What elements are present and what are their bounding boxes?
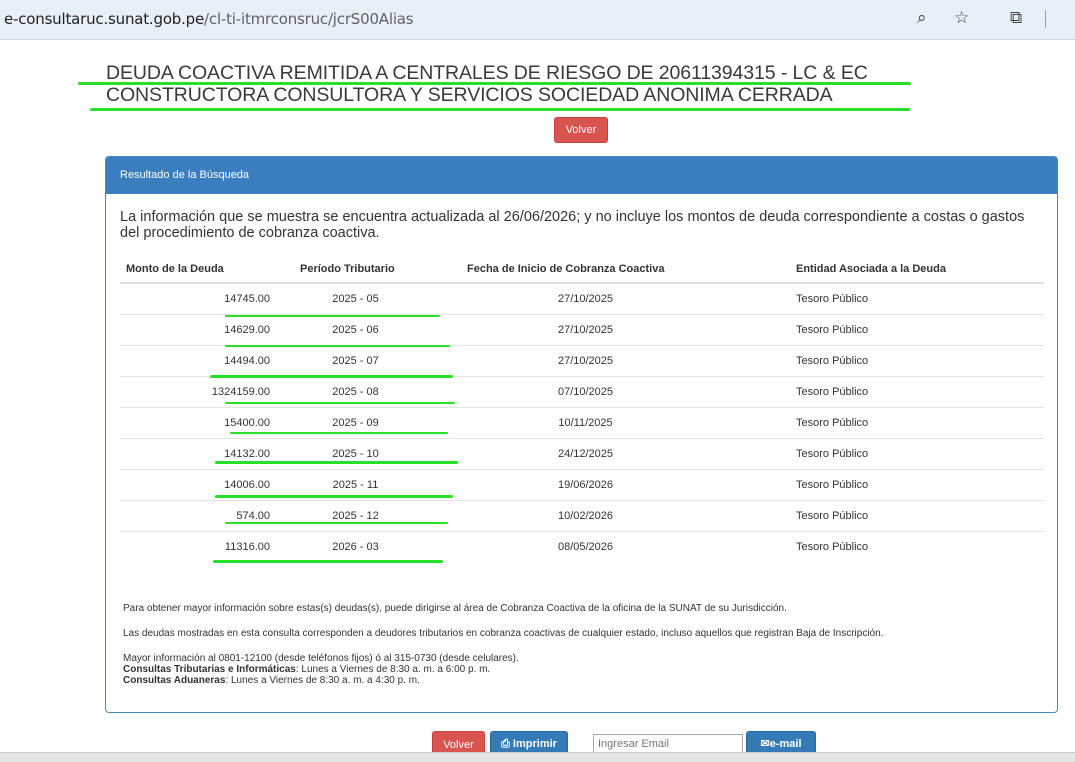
results-panel: Resultado de la Búsqueda La información … (105, 156, 1058, 713)
periodo-cell: 2026 - 03 (290, 530, 455, 562)
highlight-line (225, 402, 455, 404)
highlight-line (215, 461, 458, 464)
debt-table: Monto de la Deuda Período Tributario Fec… (120, 256, 1044, 562)
monto-cell: 11316.00 (120, 530, 290, 562)
monto-cell: 14629.00 (120, 313, 290, 345)
bookmark-star-icon[interactable]: ☆ (954, 8, 969, 28)
entidad-cell: Tesoro Público (790, 468, 1044, 500)
panel-heading: Resultado de la Búsqueda (106, 157, 1057, 194)
col-fecha: Fecha de Inicio de Cobranza Coactiva (455, 256, 790, 284)
note-deudores: Las deudas mostradas en esta consulta co… (123, 628, 884, 639)
periodo-cell: 2025 - 06 (290, 313, 455, 345)
periodo-cell: 2025 - 10 (290, 437, 455, 469)
url-host: e-consultaruc.sunat.gob.pe (4, 10, 205, 28)
envelope-icon: ✉ (760, 738, 770, 750)
tributarias-label: Consultas Tributarias e Informáticas (123, 664, 296, 675)
toolbar-divider (1045, 10, 1046, 28)
table-row: 574.00 2025 - 12 10/02/2026 Tesoro Público (120, 499, 1044, 531)
highlight-line (225, 345, 450, 347)
tributarias-line: Consultas Tributarias e Informáticas: Lu… (123, 664, 1043, 675)
url-path: /cl-ti-itmrconsruc/jcrS00Alias (204, 10, 414, 28)
entidad-cell: Tesoro Público (790, 499, 1044, 531)
periodo-cell: 2025 - 05 (290, 282, 455, 314)
imprimir-label: Imprimir (512, 738, 557, 750)
table-row: 14745.00 2025 - 05 27/10/2025 Tesoro Públic… (120, 282, 1044, 314)
highlight-line (90, 108, 910, 111)
entidad-cell: Tesoro Público (790, 344, 1044, 376)
aduaneras-hours: : Lunes a Viernes de 8:30 a. m. a 4:30 p… (225, 675, 420, 686)
info-text: La información que se muestra se encuent… (120, 209, 1025, 241)
fecha-cell: 10/02/2026 (455, 499, 790, 531)
fecha-cell: 27/10/2025 (455, 344, 790, 376)
highlight-line (210, 375, 453, 378)
monto-cell: 574.00 (120, 499, 290, 531)
highlight-line (225, 315, 440, 317)
bottom-strip (0, 752, 1075, 762)
tributarias-hours: : Lunes a Viernes de 8:30 a. m. a 6:00 p… (295, 664, 491, 675)
aduaneras-label: Consultas Aduaneras (123, 675, 226, 686)
notes-section: Para obtener mayor información sobre est… (123, 603, 1043, 686)
email-input[interactable] (593, 734, 743, 754)
highlight-line (225, 522, 448, 524)
contact-line: Mayor información al 0801-12100 (desde t… (123, 653, 519, 664)
table-row: 14629.00 2025 - 06 27/10/2025 Tesoro Públic… (120, 313, 1044, 345)
periodo-cell: 2025 - 12 (290, 499, 455, 531)
highlight-line (230, 432, 448, 434)
monto-cell: 14494.00 (120, 344, 290, 376)
highlight-line (78, 82, 911, 85)
entidad-cell: Tesoro Público (790, 313, 1044, 345)
table-row: 14132.00 2025 - 10 24/12/2025 Tesoro Públic… (120, 437, 1044, 469)
fecha-cell: 07/10/2025 (455, 375, 790, 407)
highlight-line (215, 495, 453, 498)
url-field[interactable]: e-consultaruc.sunat.gob.pe/cl-ti-itmrcon… (4, 10, 414, 28)
table-header-row: Monto de la Deuda Período Tributario Fec… (120, 256, 1044, 284)
entidad-cell: Tesoro Público (790, 282, 1044, 314)
fecha-cell: 19/06/2026 (455, 468, 790, 500)
volver-button-top[interactable]: Volver (554, 117, 608, 143)
extensions-icon[interactable]: ⧉ (1010, 8, 1022, 28)
table-row: 11316.00 2026 - 03 08/05/2026 Tesoro Públic… (120, 530, 1044, 562)
entidad-cell: Tesoro Público (790, 437, 1044, 469)
aduaneras-line: Consultas Aduaneras: Lunes a Viernes de … (123, 675, 1043, 686)
email-button-label: e-mail (769, 738, 802, 750)
fecha-cell: 27/10/2025 (455, 282, 790, 314)
printer-icon: ⎙ (501, 738, 513, 750)
browser-address-bar: e-consultaruc.sunat.gob.pe/cl-ti-itmrcon… (0, 0, 1075, 40)
entidad-cell: Tesoro Público (790, 375, 1044, 407)
table-row: 14494.00 2025 - 07 27/10/2025 Tesoro Públic… (120, 344, 1044, 376)
fecha-cell: 10/11/2025 (455, 406, 790, 438)
col-periodo: Período Tributario (290, 256, 455, 284)
monto-cell: 14745.00 (120, 282, 290, 314)
fecha-cell: 27/10/2025 (455, 313, 790, 345)
col-monto: Monto de la Deuda (120, 256, 290, 284)
periodo-cell: 2025 - 07 (290, 344, 455, 376)
fecha-cell: 24/12/2025 (455, 437, 790, 469)
highlight-line (213, 560, 443, 563)
col-entidad: Entidad Asociada a la Deuda (790, 256, 1044, 284)
zoom-icon[interactable]: ⌕ (917, 8, 927, 28)
note-info: Para obtener mayor información sobre est… (123, 603, 787, 614)
entidad-cell: Tesoro Público (790, 406, 1044, 438)
fecha-cell: 08/05/2026 (455, 530, 790, 562)
monto-cell: 14132.00 (120, 437, 290, 469)
entidad-cell: Tesoro Público (790, 530, 1044, 562)
